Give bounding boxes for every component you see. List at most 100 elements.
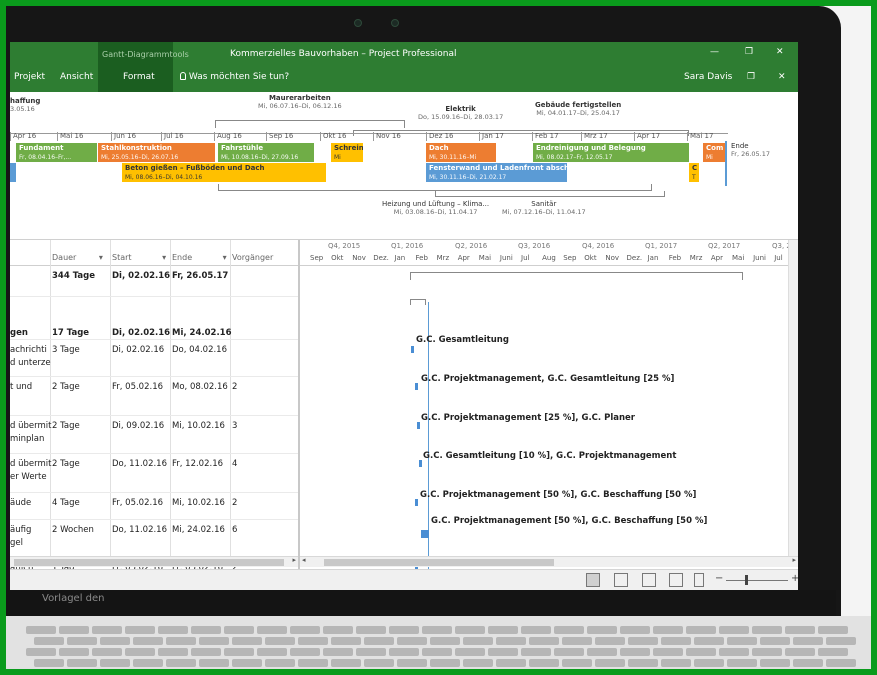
keyboard-key — [595, 659, 625, 667]
keyboard-key — [323, 626, 353, 634]
keyboard-key — [290, 648, 320, 656]
group-summary-bar[interactable] — [410, 299, 426, 305]
tl-tick: Apr 16 — [10, 132, 36, 141]
tl-bar-com[interactable]: Com Mi — [703, 143, 725, 162]
keyboard-key — [727, 659, 757, 667]
sensor-icon — [391, 19, 399, 27]
table-row[interactable]: d übermit er Werte 2 Tage Do, 11.02.16 Fr, … — [10, 456, 298, 486]
tl-bar-c[interactable]: CT — [689, 163, 699, 182]
task-usage-icon[interactable] — [614, 573, 628, 587]
keyboard-key — [364, 637, 394, 645]
keyboard-key — [760, 659, 790, 667]
keyboard-key — [562, 637, 592, 645]
table-row[interactable]: äude 4 Tage Fr, 05.02.16 Mi, 10.02.16 2 — [10, 495, 298, 525]
table-row[interactable]: t und 2 Tage Fr, 05.02.16 Mo, 08.02.16 2 — [10, 379, 298, 409]
project-summary-row[interactable]: 344 Tage Di, 02.02.16 Fr, 26.05.17 — [10, 269, 298, 297]
timeline-view[interactable]: haffung 3.05.16 Maurerarbeiten Mi, 06.07.… — [10, 92, 798, 240]
keyboard-key — [686, 626, 716, 634]
gantt-task-bar[interactable] — [421, 530, 429, 538]
minimize-icon[interactable]: — — [710, 47, 719, 57]
keyboard-key — [562, 659, 592, 667]
col-header-ende[interactable]: Ende ▾ — [172, 253, 227, 262]
task-end: Mi, 24.02.16 — [172, 525, 225, 535]
tl-bar-fahrstuehle[interactable]: Fahrstühle Mi, 10.08.16–Di, 27.09.16 — [218, 143, 314, 162]
task-end: Fr, 12.02.16 — [172, 459, 224, 469]
tell-me-box[interactable]: Was möchten Sie tun? — [180, 72, 289, 82]
table-row[interactable]: äufig gel 2 Wochen Do, 11.02.16 Mi, 24.02.1… — [10, 522, 298, 552]
table-row[interactable]: d übermit minplan 2 Tage Di, 09.02.16 Mi, 1… — [10, 418, 298, 448]
keyboard-key — [719, 648, 749, 656]
zoom-slider-thumb[interactable] — [745, 575, 748, 585]
gantt-view-icon[interactable] — [586, 573, 600, 587]
tl-bar-fundament[interactable]: Fundament Fr, 08.04.16–Fr,... — [16, 143, 97, 162]
gantt-task-bar[interactable] — [415, 499, 418, 506]
gantt-task-bar[interactable] — [417, 422, 420, 429]
col-header-dauer[interactable]: Dauer ▾ — [52, 253, 103, 262]
gantt-horizontal-scrollbar[interactable]: ◂ ▸ — [300, 556, 798, 567]
scroll-right-icon[interactable]: ▸ — [792, 556, 796, 564]
scroll-right-icon[interactable]: ▸ — [292, 556, 296, 564]
keyboard-key — [199, 659, 229, 667]
user-name[interactable]: Sara Davis — [684, 72, 732, 82]
keyboard-key — [397, 659, 427, 667]
gantt-task-bar[interactable] — [415, 383, 418, 390]
dropdown-icon[interactable]: ▾ — [223, 253, 227, 262]
ribbon-restore-icon[interactable]: ❐ — [747, 72, 755, 82]
table-row[interactable]: achrichti d unterze 3 Tage Di, 02.02.16 Do,… — [10, 342, 298, 372]
close-icon[interactable]: ✕ — [776, 47, 784, 57]
tl-bar-endreinigung[interactable]: Endreinigung und Belegung Mi, 08.02.17–Fr… — [533, 143, 689, 162]
lightbulb-icon — [180, 72, 186, 80]
vertical-scrollbar[interactable] — [788, 240, 798, 556]
tab-format[interactable]: Format — [123, 72, 155, 82]
timeline-end-label: Ende Fr, 26.05.17 — [731, 142, 771, 158]
tl-bar-fensterwand[interactable]: Fensterwand und Ladenfront abschließenMi… — [426, 163, 567, 182]
zoom-in-button[interactable]: + — [791, 573, 798, 584]
keyboard-key — [628, 659, 658, 667]
task-predecessor: 3 — [232, 421, 238, 431]
team-planner-icon[interactable] — [642, 573, 656, 587]
gantt-task-bar[interactable] — [411, 346, 414, 353]
keyboard-key — [694, 637, 724, 645]
timescale-month: Aug — [542, 254, 556, 262]
restore-icon[interactable]: ❐ — [745, 47, 753, 57]
ribbon-close-icon[interactable]: ✕ — [778, 72, 786, 82]
col-header-start[interactable]: Start ▾ — [112, 253, 166, 262]
summary-bar[interactable] — [410, 272, 743, 280]
timescale-month: Nov — [605, 254, 620, 262]
tl-bar-schreiner[interactable]: SchreineMi — [331, 143, 363, 162]
report-icon[interactable] — [694, 573, 704, 587]
keyboard-key — [793, 637, 823, 645]
tab-ansicht[interactable]: Ansicht — [60, 72, 93, 82]
row-divider — [10, 519, 298, 520]
keyboard-key — [257, 626, 287, 634]
tl-bar-dach[interactable]: Dach Mi, 30.11.16–Mi — [426, 143, 496, 162]
resource-sheet-icon[interactable] — [669, 573, 683, 587]
zoom-slider[interactable] — [726, 580, 788, 581]
col-header-vorgaenger[interactable]: Vorgänger — [232, 253, 273, 262]
scroll-thumb[interactable] — [324, 559, 554, 566]
keyboard-key — [265, 659, 295, 667]
timescale-month: Jan — [394, 254, 406, 262]
task-duration: 2 Tage — [52, 459, 80, 469]
scroll-left-icon[interactable]: ◂ — [302, 556, 306, 564]
gantt-timescale: Q4, 2015 Q1, 2016 Q2, 2016 Q3, 2016 Q4, 2016… — [300, 240, 798, 266]
task-duration: 2 Wochen — [52, 525, 94, 535]
zoom-out-button[interactable]: − — [715, 573, 723, 584]
tl-bar-stahlkonstruktion[interactable]: Stahlkonstruktion Mi, 25.05.16–Di, 26.07.… — [98, 143, 215, 162]
dropdown-icon[interactable]: ▾ — [162, 253, 166, 262]
keyboard-key — [290, 626, 320, 634]
tab-projekt[interactable]: Projekt — [14, 72, 45, 82]
grid-horizontal-scrollbar[interactable]: ▸ — [10, 556, 298, 567]
keyboard-key — [463, 637, 493, 645]
timescale-month: Juni — [753, 254, 766, 262]
gantt-task-bar[interactable] — [419, 460, 422, 467]
task-duration: 2 Tage — [52, 421, 80, 431]
keyboard-key — [67, 637, 97, 645]
scroll-thumb[interactable] — [14, 559, 284, 566]
row-divider — [10, 492, 298, 493]
gantt-chart[interactable]: G.C. Gesamtleitung G.C. Projektmanagement… — [300, 266, 788, 584]
keyboard-key — [620, 626, 650, 634]
dropdown-icon[interactable]: ▾ — [99, 253, 103, 262]
keyboard-key — [727, 637, 757, 645]
tl-bar-beton[interactable]: Beton gießen – Fußböden und Dach Mi, 08.0… — [122, 163, 326, 182]
